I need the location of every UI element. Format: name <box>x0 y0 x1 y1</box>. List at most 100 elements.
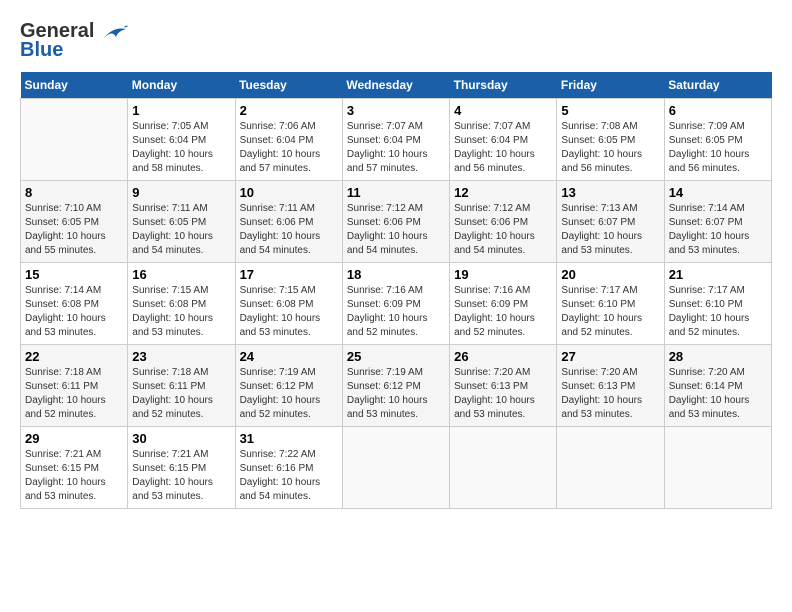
calendar-week-row: 1 Sunrise: 7:05 AM Sunset: 6:04 PM Daylig… <box>21 99 772 181</box>
day-info: Sunrise: 7:07 AM Sunset: 6:04 PM Dayligh… <box>454 120 552 176</box>
day-number: 11 <box>347 185 445 200</box>
day-info: Sunrise: 7:16 AM Sunset: 6:09 PM Dayligh… <box>347 284 445 340</box>
table-row: 15 Sunrise: 7:14 AM Sunset: 6:08 PM Dayli… <box>21 263 128 345</box>
day-number: 30 <box>132 431 230 446</box>
table-row: 12 Sunrise: 7:12 AM Sunset: 6:06 PM Dayli… <box>450 181 557 263</box>
day-number: 12 <box>454 185 552 200</box>
day-number: 27 <box>561 349 659 364</box>
table-row: 21 Sunrise: 7:17 AM Sunset: 6:10 PM Dayli… <box>664 263 771 345</box>
day-info: Sunrise: 7:16 AM Sunset: 6:09 PM Dayligh… <box>454 284 552 340</box>
day-number: 29 <box>25 431 123 446</box>
day-info: Sunrise: 7:21 AM Sunset: 6:15 PM Dayligh… <box>25 448 123 504</box>
table-row: 11 Sunrise: 7:12 AM Sunset: 6:06 PM Dayli… <box>342 181 449 263</box>
calendar-header-row: SundayMondayTuesdayWednesdayThursdayFrid… <box>21 72 772 99</box>
table-row: 3 Sunrise: 7:07 AM Sunset: 6:04 PM Daylig… <box>342 99 449 181</box>
logo: General Blue <box>20 20 128 62</box>
day-header-wednesday: Wednesday <box>342 72 449 99</box>
day-number: 17 <box>240 267 338 282</box>
table-row <box>342 427 449 509</box>
calendar-week-row: 29 Sunrise: 7:21 AM Sunset: 6:15 PM Dayli… <box>21 427 772 509</box>
day-number: 2 <box>240 103 338 118</box>
day-header-monday: Monday <box>128 72 235 99</box>
day-info: Sunrise: 7:21 AM Sunset: 6:15 PM Dayligh… <box>132 448 230 504</box>
table-row: 14Sunrise: 7:14 AM Sunset: 6:07 PM Dayli… <box>664 181 771 263</box>
table-row <box>21 99 128 181</box>
table-row: 25 Sunrise: 7:19 AM Sunset: 6:12 PM Dayli… <box>342 345 449 427</box>
day-header-thursday: Thursday <box>450 72 557 99</box>
table-row: 8 Sunrise: 7:10 AM Sunset: 6:05 PM Daylig… <box>21 181 128 263</box>
table-row: 5 Sunrise: 7:08 AM Sunset: 6:05 PM Daylig… <box>557 99 664 181</box>
table-row: 22 Sunrise: 7:18 AM Sunset: 6:11 PM Dayli… <box>21 345 128 427</box>
day-number: 4 <box>454 103 552 118</box>
logo-blue: Blue <box>20 39 63 62</box>
table-row: 10Sunrise: 7:11 AM Sunset: 6:06 PM Dayli… <box>235 181 342 263</box>
day-header-tuesday: Tuesday <box>235 72 342 99</box>
table-row <box>664 427 771 509</box>
table-row: 29 Sunrise: 7:21 AM Sunset: 6:15 PM Dayli… <box>21 427 128 509</box>
day-info: Sunrise: 7:15 AM Sunset: 6:08 PM Dayligh… <box>132 284 230 340</box>
day-info: Sunrise: 7:15 AM Sunset: 6:08 PM Dayligh… <box>240 284 338 340</box>
day-number: 21 <box>669 267 767 282</box>
day-info: Sunrise: 7:09 AM Sunset: 6:05 PM Dayligh… <box>669 120 767 176</box>
day-number: 18 <box>347 267 445 282</box>
day-info: Sunrise: 7:14 AM Sunset: 6:08 PM Dayligh… <box>25 284 123 340</box>
table-row: 23Sunrise: 7:18 AM Sunset: 6:11 PM Dayli… <box>128 345 235 427</box>
day-info: Sunrise: 7:12 AM Sunset: 6:06 PM Dayligh… <box>347 202 445 258</box>
day-number: 24 <box>240 349 338 364</box>
day-number: 22 <box>25 349 123 364</box>
table-row: 4 Sunrise: 7:07 AM Sunset: 6:04 PM Daylig… <box>450 99 557 181</box>
day-number: 10 <box>240 185 338 200</box>
day-number: 9 <box>132 185 230 200</box>
table-row: 31 Sunrise: 7:22 AM Sunset: 6:16 PM Dayli… <box>235 427 342 509</box>
day-header-saturday: Saturday <box>664 72 771 99</box>
day-info: Sunrise: 7:22 AM Sunset: 6:16 PM Dayligh… <box>240 448 338 504</box>
table-row: 17 Sunrise: 7:15 AM Sunset: 6:08 PM Dayli… <box>235 263 342 345</box>
table-row: 19 Sunrise: 7:16 AM Sunset: 6:09 PM Dayli… <box>450 263 557 345</box>
day-info: Sunrise: 7:20 AM Sunset: 6:13 PM Dayligh… <box>454 366 552 422</box>
day-number: 3 <box>347 103 445 118</box>
day-number: 13 <box>561 185 659 200</box>
table-row: 27 Sunrise: 7:20 AM Sunset: 6:13 PM Dayli… <box>557 345 664 427</box>
day-number: 20 <box>561 267 659 282</box>
calendar: SundayMondayTuesdayWednesdayThursdayFrid… <box>20 72 772 509</box>
logo-bird-icon <box>98 21 128 43</box>
day-info: Sunrise: 7:13 AM Sunset: 6:07 PM Dayligh… <box>561 202 659 258</box>
table-row: 24 Sunrise: 7:19 AM Sunset: 6:12 PM Dayli… <box>235 345 342 427</box>
table-row: 9 Sunrise: 7:11 AM Sunset: 6:05 PM Daylig… <box>128 181 235 263</box>
day-info: Sunrise: 7:08 AM Sunset: 6:05 PM Dayligh… <box>561 120 659 176</box>
day-number: 5 <box>561 103 659 118</box>
day-info: Sunrise: 7:07 AM Sunset: 6:04 PM Dayligh… <box>347 120 445 176</box>
day-info: Sunrise: 7:10 AM Sunset: 6:05 PM Dayligh… <box>25 202 123 258</box>
day-number: 19 <box>454 267 552 282</box>
day-info: Sunrise: 7:05 AM Sunset: 6:04 PM Dayligh… <box>132 120 230 176</box>
table-row: 28Sunrise: 7:20 AM Sunset: 6:14 PM Dayli… <box>664 345 771 427</box>
day-info: Sunrise: 7:17 AM Sunset: 6:10 PM Dayligh… <box>669 284 767 340</box>
header: General Blue <box>20 20 772 62</box>
day-info: Sunrise: 7:19 AM Sunset: 6:12 PM Dayligh… <box>347 366 445 422</box>
table-row <box>557 427 664 509</box>
day-info: Sunrise: 7:20 AM Sunset: 6:13 PM Dayligh… <box>561 366 659 422</box>
day-number: 6 <box>669 103 767 118</box>
day-number: 25 <box>347 349 445 364</box>
day-number: 26 <box>454 349 552 364</box>
day-info: Sunrise: 7:12 AM Sunset: 6:06 PM Dayligh… <box>454 202 552 258</box>
calendar-week-row: 15 Sunrise: 7:14 AM Sunset: 6:08 PM Dayli… <box>21 263 772 345</box>
day-info: Sunrise: 7:11 AM Sunset: 6:05 PM Dayligh… <box>132 202 230 258</box>
day-info: Sunrise: 7:20 AM Sunset: 6:14 PM Dayligh… <box>669 366 767 422</box>
table-row: 6 Sunrise: 7:09 AM Sunset: 6:05 PM Daylig… <box>664 99 771 181</box>
calendar-week-row: 22 Sunrise: 7:18 AM Sunset: 6:11 PM Dayli… <box>21 345 772 427</box>
table-row: 30 Sunrise: 7:21 AM Sunset: 6:15 PM Dayli… <box>128 427 235 509</box>
day-number: 16 <box>132 267 230 282</box>
day-number: 1 <box>132 103 230 118</box>
day-number: 8 <box>25 185 123 200</box>
table-row: 26 Sunrise: 7:20 AM Sunset: 6:13 PM Dayli… <box>450 345 557 427</box>
day-info: Sunrise: 7:19 AM Sunset: 6:12 PM Dayligh… <box>240 366 338 422</box>
table-row: 20 Sunrise: 7:17 AM Sunset: 6:10 PM Dayli… <box>557 263 664 345</box>
day-header-friday: Friday <box>557 72 664 99</box>
day-info: Sunrise: 7:18 AM Sunset: 6:11 PM Dayligh… <box>25 366 123 422</box>
day-info: Sunrise: 7:17 AM Sunset: 6:10 PM Dayligh… <box>561 284 659 340</box>
day-number: 31 <box>240 431 338 446</box>
calendar-week-row: 8 Sunrise: 7:10 AM Sunset: 6:05 PM Daylig… <box>21 181 772 263</box>
table-row: 18 Sunrise: 7:16 AM Sunset: 6:09 PM Dayli… <box>342 263 449 345</box>
day-number: 15 <box>25 267 123 282</box>
